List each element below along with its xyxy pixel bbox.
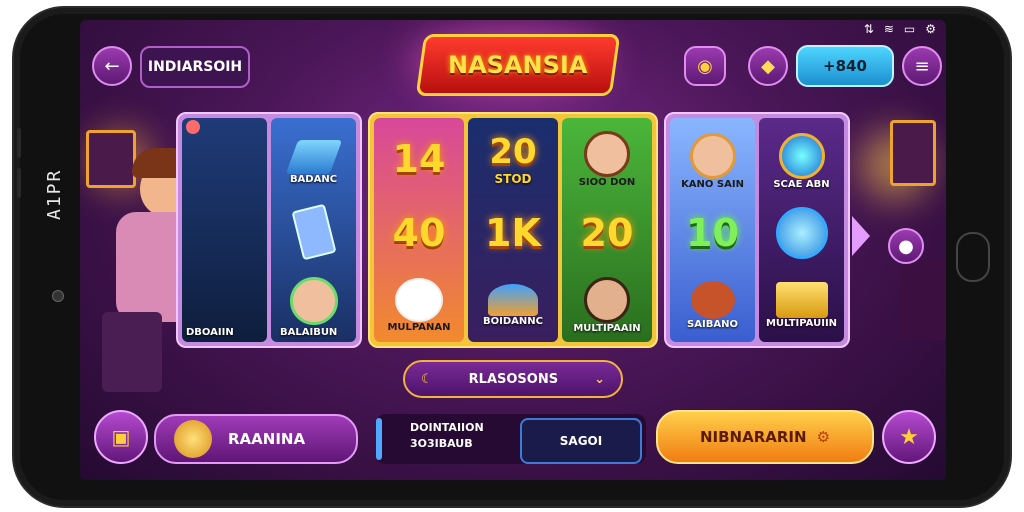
star-icon: ★ (899, 424, 919, 450)
reel-label: DBOAIIN (186, 327, 234, 338)
battery-icon: ▭ (903, 22, 916, 36)
chest-icon: ▣ (111, 425, 131, 449)
multiplier-symbol: 20 (489, 132, 537, 172)
woman-portrait-symbol (584, 130, 630, 177)
gold-bar-symbol (775, 281, 828, 318)
multiplier-symbol: 10 (686, 211, 739, 255)
back-button[interactable]: ← (92, 46, 132, 86)
bet-label: RAANINA (228, 430, 306, 448)
globe-symbol (775, 207, 828, 259)
reel-label: STOD (494, 172, 532, 186)
orb-icon: ● (898, 235, 914, 257)
globe-symbol (778, 132, 825, 179)
device-side-label: A1PR (44, 168, 65, 220)
info-indicator (376, 418, 382, 460)
credit-balance[interactable]: +840 (796, 45, 894, 87)
gem-button[interactable]: ◆ (748, 46, 788, 86)
reel (182, 118, 267, 342)
reel-label: SAIBANO (687, 318, 738, 330)
reel: 20 STOD 1K BOIDANNC (468, 118, 558, 342)
multiplier-symbol: 40 (392, 211, 446, 255)
arcade-cabinet-right (890, 120, 936, 186)
volume-button (17, 128, 21, 158)
reel-label: BOIDANNC (483, 315, 543, 327)
dropdown-label: RLASOSONS (468, 371, 559, 387)
reel: SCAE ABN MULTIPAUIIN (759, 118, 844, 342)
inventory-button[interactable]: ▣ (94, 410, 148, 464)
wifi-icon: ≋ (883, 22, 894, 36)
status-bar: ⇅ ≋ ▭ ⚙ (864, 22, 936, 36)
menu-button[interactable]: ≡ (902, 46, 942, 86)
arrow-left-icon: ← (104, 55, 120, 77)
multiplier-symbol: 14 (392, 137, 446, 181)
woman-portrait-symbol (584, 276, 630, 323)
reel-label: MULTIPAAIN (573, 322, 641, 334)
chevron-down-icon: ⌄ (594, 371, 605, 387)
home-button[interactable] (956, 232, 990, 282)
multiplier-symbol: 20 (580, 211, 634, 255)
info-value-box: SAGOI (520, 418, 642, 464)
gear-icon: ⚙ (816, 428, 831, 446)
dog-symbol (690, 280, 735, 319)
phone-icon: ☾ (421, 371, 433, 387)
lion-badge-icon (174, 420, 212, 458)
reel-set-left: BADANC DBOAIIN BALAIBUN (176, 112, 362, 348)
player-name: INDIARSOIH (140, 46, 250, 88)
coins-button[interactable]: ◉ (684, 46, 726, 86)
reel-label: BADANC (289, 173, 338, 185)
spin-button[interactable]: NIBNARARIN ⚙ (656, 410, 874, 464)
info-panel: DOINTAIION 3O3IBAUB SAGOI (376, 414, 646, 464)
woman-portrait-symbol (289, 277, 338, 325)
hamburger-menu-icon: ≡ (914, 55, 930, 77)
reel: 14 40 MULPANAN (374, 118, 464, 342)
logo-text: NASANSIA (448, 51, 588, 79)
reel: BADANC (271, 118, 356, 342)
reel: SIOO DON 20 MULTIPAAIN (562, 118, 652, 342)
reel: KANO SAIN 10 SAIBANO (670, 118, 755, 342)
reel-set-right: KANO SAIN 10 SAIBANO SCAE ABN MULTIPAUII… (664, 112, 850, 348)
reel-label: SIOO DON (578, 176, 636, 188)
reel-label: SCAE ABN (773, 178, 830, 190)
blue-k-symbol (285, 139, 342, 174)
power-button (17, 168, 21, 198)
gear-icon: ⚙ (925, 22, 936, 36)
reel-set-middle: 14 40 MULPANAN 20 STOD 1K BOIDANNC SIOO … (368, 112, 658, 348)
bet-button[interactable]: RAANINA (154, 414, 358, 464)
side-sensor (52, 290, 64, 302)
bonus-button[interactable]: ● (888, 228, 924, 264)
info-value: SAGOI (559, 434, 603, 448)
wing-symbol (488, 283, 538, 316)
game-logo: NASANSIA (415, 34, 621, 96)
reel-label: KANO SAIN (681, 178, 744, 190)
reel-label: MULTIPAUIIN (765, 317, 838, 329)
reel-corner-badge (186, 120, 200, 134)
game-screen: ⇅ ≋ ▭ ⚙ ← INDIARSOIH NASANSIA ◉ ◆ +840 ≡… (80, 20, 946, 480)
cat-symbol (395, 277, 443, 322)
card-symbol (290, 203, 337, 261)
lines-dropdown[interactable]: ☾ RLASOSONS ⌄ (403, 360, 623, 398)
coins-icon: ◉ (697, 55, 713, 77)
spin-label: NIBNARARIN (699, 428, 807, 446)
arcade-cabinet-right-lower (900, 260, 946, 340)
multiplier-symbol: 1K (485, 211, 541, 255)
info-line-1: DOINTAIION (410, 421, 484, 434)
reel-label: MULPANAN (387, 321, 451, 333)
reel-label: BALAIBUN (280, 327, 338, 338)
favorite-button[interactable]: ★ (882, 410, 936, 464)
chevron-right-icon[interactable] (852, 216, 870, 256)
diamond-icon: ◆ (761, 55, 775, 77)
info-line-2: 3O3IBAUB (410, 437, 473, 450)
signal-icon: ⇅ (863, 22, 874, 36)
woman-portrait-symbol (689, 132, 736, 179)
